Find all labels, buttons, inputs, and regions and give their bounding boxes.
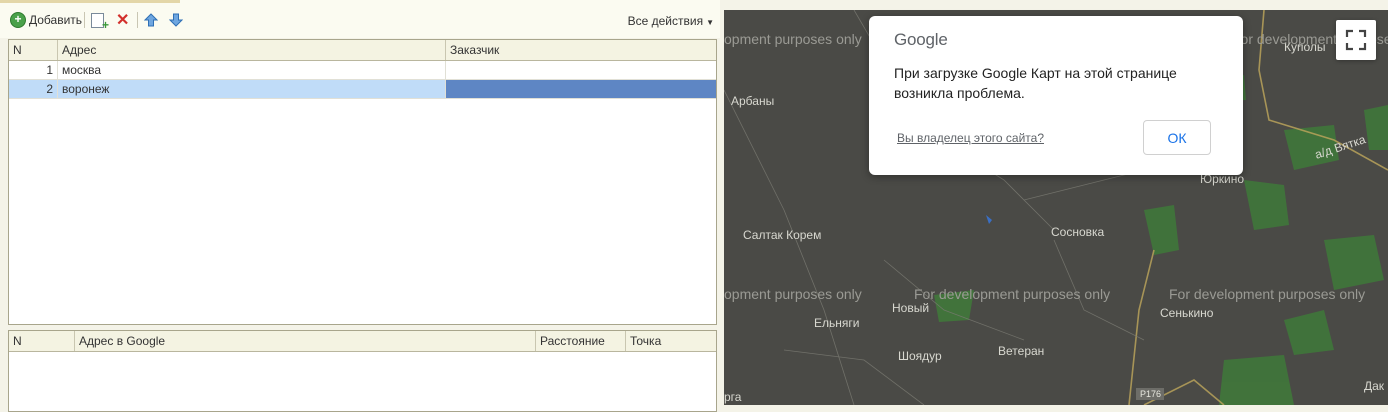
column-header-n[interactable]: N — [9, 40, 58, 60]
column-header-n[interactable]: N — [9, 331, 75, 351]
chevron-down-icon: ▼ — [706, 18, 714, 27]
add-button[interactable]: + Добавить — [10, 10, 82, 30]
table-row[interactable]: 1 москва — [9, 61, 716, 80]
google-logo: Google — [894, 30, 948, 49]
error-message-line: При загрузке Google Карт на этой страниц… — [894, 65, 1177, 81]
all-actions-menu[interactable]: Все действия ▼ — [628, 14, 714, 28]
column-header-address[interactable]: Адрес — [58, 40, 446, 60]
map-label: рга — [724, 390, 742, 404]
row-number: 2 — [9, 80, 58, 98]
table-header: N Адрес Заказчик — [9, 40, 716, 61]
table-row-selected[interactable]: 2 воронеж — [9, 80, 716, 99]
map-label: Арбаны — [731, 94, 775, 108]
row-number: 1 — [9, 61, 58, 79]
copy-icon — [91, 12, 109, 32]
move-down-button[interactable] — [169, 10, 183, 30]
toolbar-separator — [137, 12, 138, 28]
dev-watermark: opment purposes only — [724, 31, 862, 47]
column-header-distance[interactable]: Расстояние — [536, 331, 626, 351]
toolbar-separator — [84, 12, 85, 28]
address-cell[interactable]: москва — [58, 61, 446, 79]
add-button-label: Добавить — [29, 13, 83, 27]
ok-button[interactable]: ОК — [1143, 120, 1211, 155]
all-actions-label: Все действия — [627, 14, 704, 28]
map-label: Сосновка — [1051, 225, 1105, 239]
map-road-label: Р176 — [1140, 389, 1162, 399]
column-header-customer[interactable]: Заказчик — [446, 40, 716, 60]
error-message-line: возникла проблема. — [894, 85, 1025, 101]
move-down-icon — [169, 13, 183, 27]
toolbar: + Добавить ✕ Все действия▼ — [0, 0, 720, 38]
map-label: Сенькино — [1160, 306, 1214, 320]
map-label: Ельняги — [814, 316, 860, 330]
google-results-table: N Адрес в Google Расстояние Точка — [8, 330, 717, 412]
dev-watermark: For development purposes only — [914, 286, 1111, 302]
map-label: Дак — [1364, 379, 1385, 393]
error-message: При загрузке Google Карт на этой страниц… — [894, 63, 1224, 103]
customer-cell-active[interactable] — [446, 80, 716, 98]
fullscreen-icon — [1345, 29, 1367, 51]
dev-watermark: For development purposes only — [1169, 286, 1366, 302]
move-up-icon — [144, 13, 158, 27]
delete-icon: ✕ — [116, 12, 130, 29]
column-header-google-address[interactable]: Адрес в Google — [75, 331, 536, 351]
map-label: Шоядур — [898, 349, 942, 363]
customer-cell[interactable] — [446, 61, 716, 79]
table-header: N Адрес в Google Расстояние Точка — [9, 331, 716, 352]
delete-button[interactable]: ✕ — [116, 10, 129, 30]
fullscreen-button[interactable] — [1336, 20, 1376, 60]
address-cell[interactable]: воронеж — [58, 80, 446, 98]
map-label: Салтак Корем — [743, 228, 822, 242]
site-owner-link[interactable]: Вы владелец этого сайта? — [897, 131, 1044, 145]
maps-error-dialog: Google При загрузке Google Карт на этой … — [869, 16, 1243, 175]
map-label: Ветеран — [998, 344, 1045, 358]
copy-button[interactable] — [91, 10, 109, 32]
map-label: Новый — [892, 301, 930, 315]
dev-watermark: opment purposes only — [724, 286, 862, 302]
column-header-point[interactable]: Точка — [626, 331, 716, 351]
tab-accent — [0, 0, 180, 3]
add-icon: + — [10, 12, 26, 28]
addresses-table: N Адрес Заказчик 1 москва 2 воронеж — [8, 39, 717, 325]
move-up-button[interactable] — [144, 10, 158, 30]
